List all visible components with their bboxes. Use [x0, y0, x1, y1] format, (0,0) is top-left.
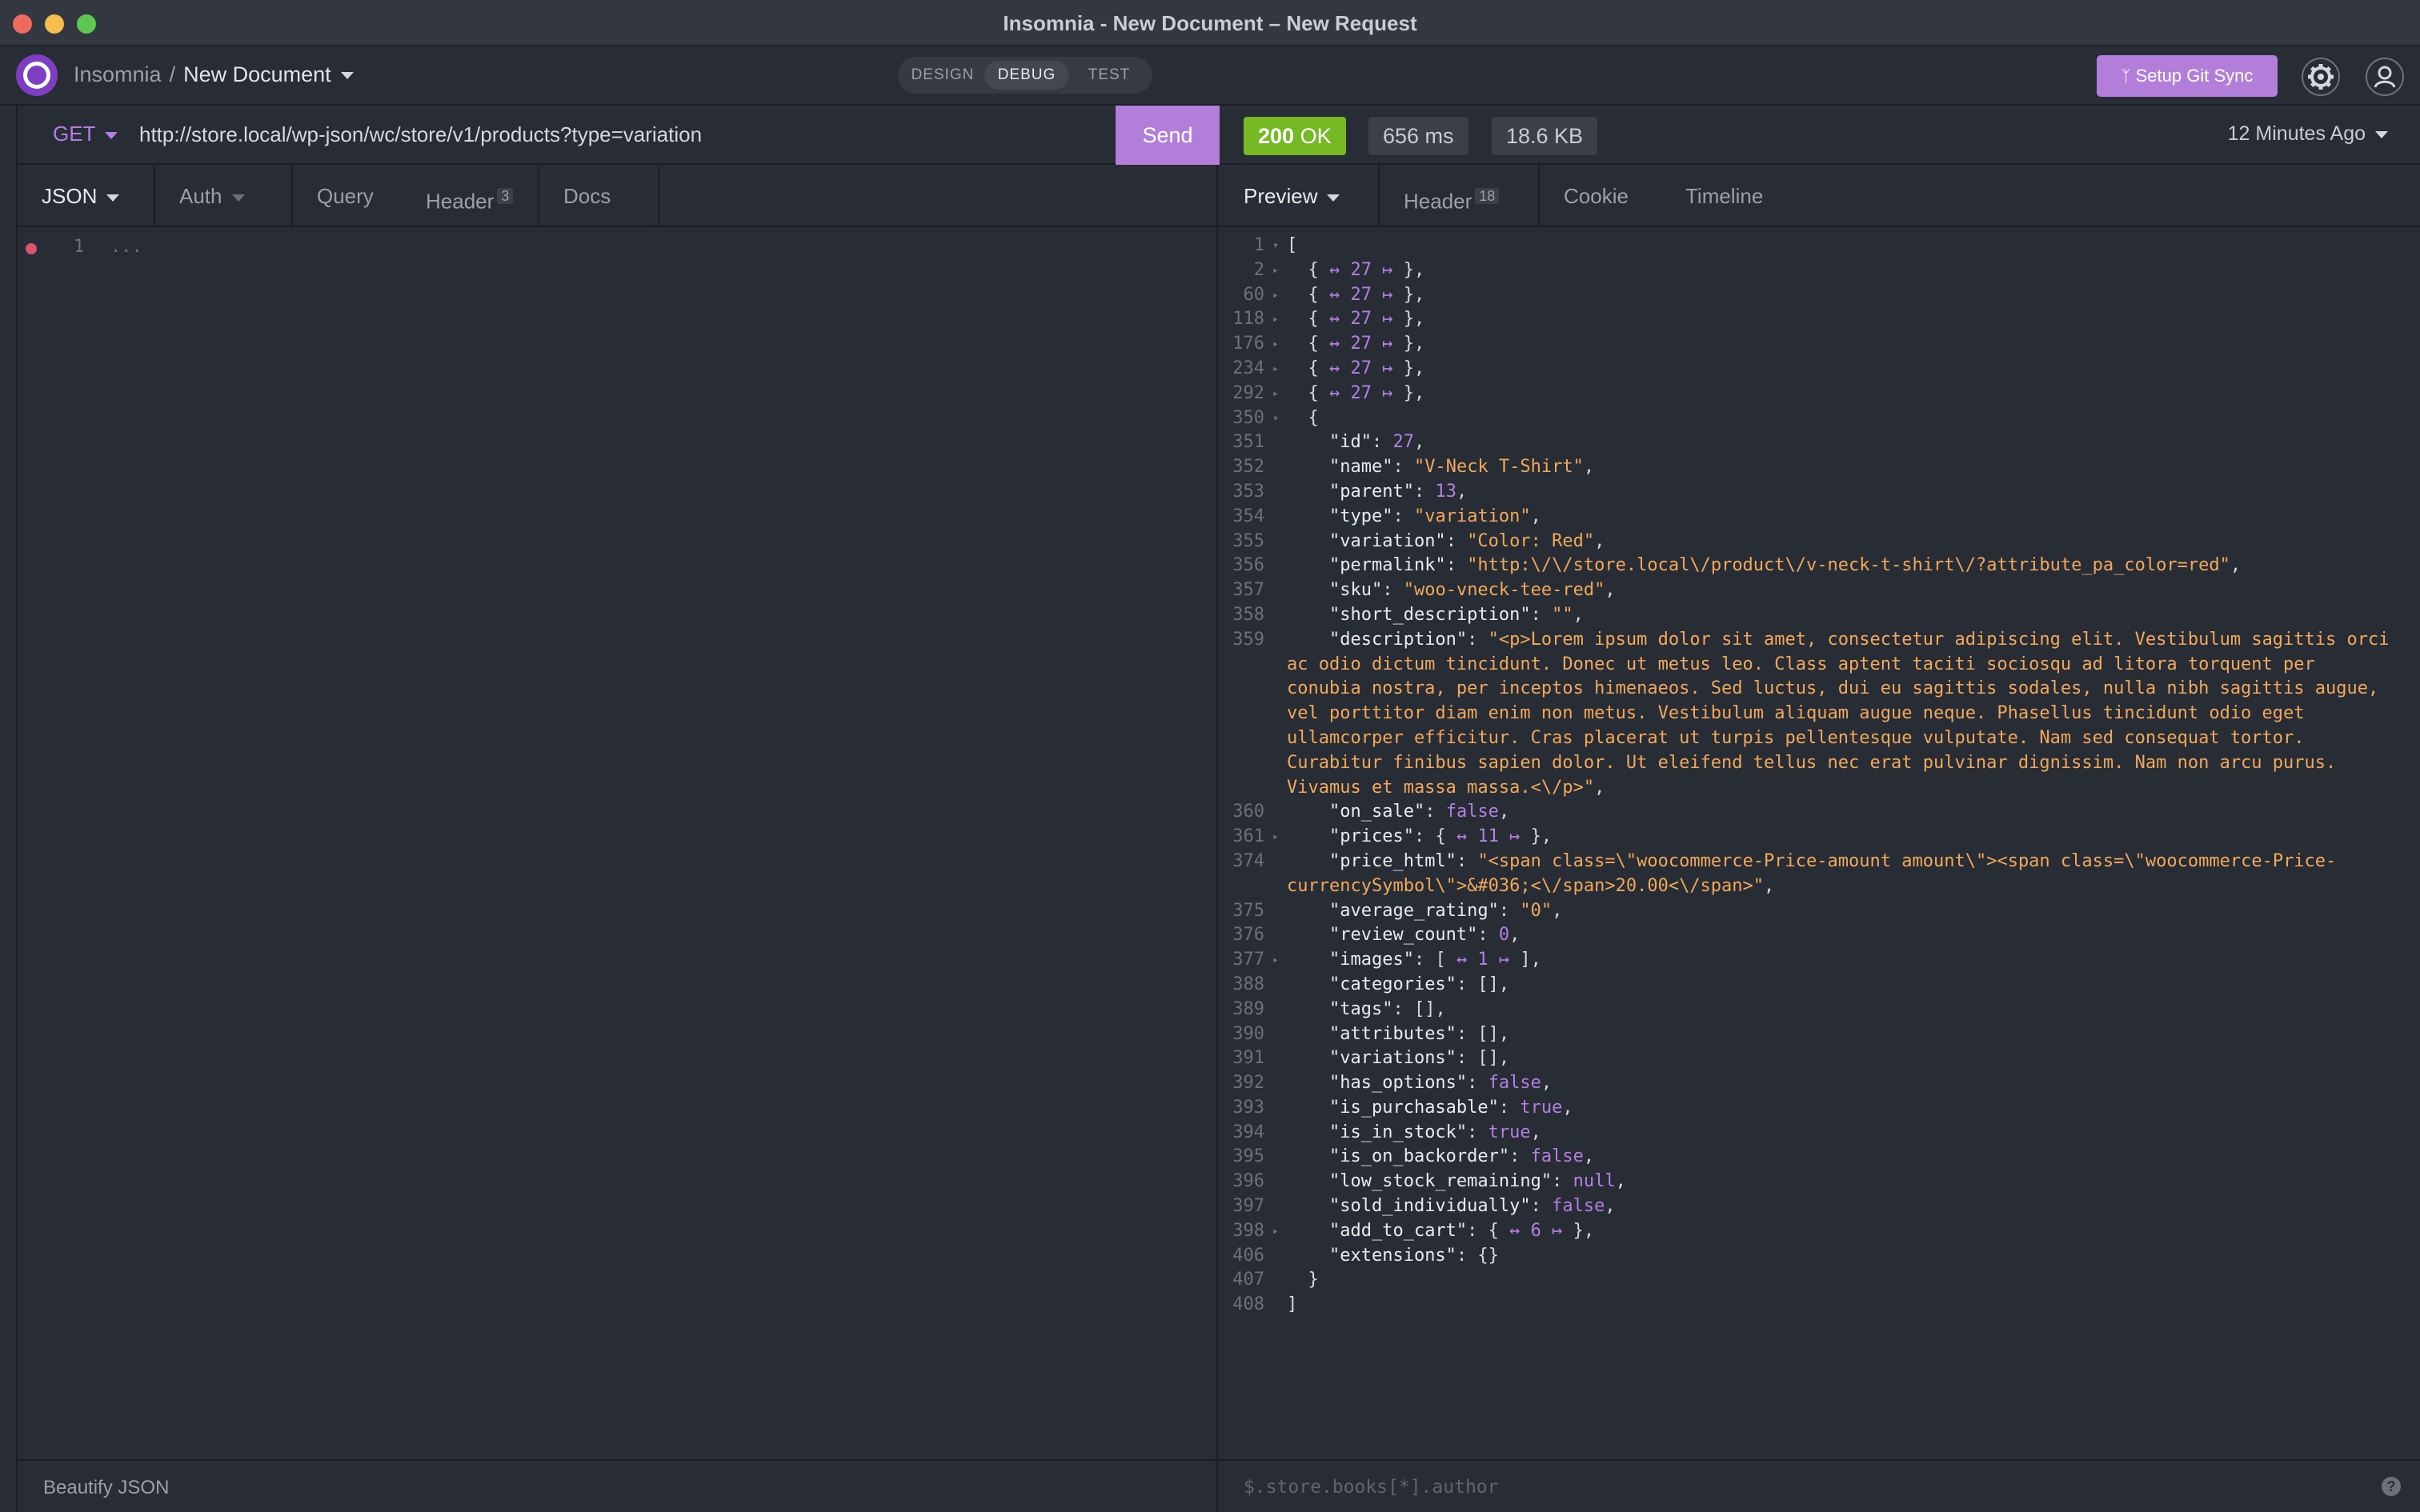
code-line: 359 "description": "<p>Lorem ipsum dolor… — [1232, 629, 2400, 798]
gear-icon[interactable] — [2302, 58, 2340, 96]
tab-response-header[interactable]: Header 18 — [1380, 165, 1540, 227]
tab-auth[interactable]: Auth — [155, 165, 293, 227]
code-line: 374 "price_html": "<span class=\"woocomm… — [1232, 850, 2337, 896]
code-line: 355 "variation": "Color: Red", — [1232, 530, 1605, 551]
code-line: 354 "type": "variation", — [1232, 506, 1541, 526]
tab-body-json[interactable]: JSON — [18, 165, 155, 227]
editor-content: ... — [110, 237, 142, 257]
response-status-bar: 200 OK 656 ms 18.6 KB 12 Minutes Ago — [1220, 106, 2420, 165]
code-line: 393 "is_purchasable": true, — [1232, 1097, 1573, 1118]
line-number: 1 — [74, 237, 85, 257]
code-line: 398 ▸ "add_to_cart": { ↔ 6 ↦ }, — [1232, 1220, 1595, 1241]
branch-icon: ᛉ — [2121, 68, 2131, 86]
url-bar: GET http://store.local/wp-json/wc/store/… — [18, 106, 1220, 165]
header-count-badge: 18 — [1475, 188, 1500, 204]
send-button[interactable]: Send — [1116, 106, 1220, 165]
code-line: 358 "short_description": "", — [1232, 604, 1584, 625]
tab-cookie[interactable]: Cookie — [1540, 165, 1661, 227]
breadcrumb: Insomnia / New Document — [74, 62, 354, 87]
code-line: 391 "variations": [], — [1232, 1048, 1510, 1069]
code-line: 353 "parent": 13, — [1232, 481, 1468, 502]
code-line: 2 ▸ { ↔ 27 ↦ }, — [1253, 259, 1425, 280]
help-icon[interactable]: ? — [2382, 1477, 2401, 1496]
code-line: 60 ▸ { ↔ 27 ↦ }, — [1243, 284, 1425, 305]
response-time-badge: 656 ms — [1368, 117, 1468, 155]
code-line: 350 ▾ { — [1232, 407, 1319, 428]
code-line: 388 "categories": [], — [1232, 974, 1510, 994]
beautify-json-button[interactable]: Beautify JSON — [43, 1477, 169, 1499]
code-line: 394 "is_in_stock": true, — [1232, 1122, 1541, 1142]
code-line: 395 "is_on_backorder": false, — [1232, 1146, 1595, 1167]
code-line: 397 "sold_individually": false, — [1232, 1196, 1616, 1217]
response-size-badge: 18.6 KB — [1492, 117, 1598, 155]
request-footer: Beautify JSON — [18, 1459, 1220, 1512]
mode-debug-tab[interactable]: DEBUG — [984, 61, 1069, 90]
code-line: 376 "review_count": 0, — [1232, 925, 1521, 946]
response-pane: 200 OK 656 ms 18.6 KB 12 Minutes Ago Pre… — [1220, 106, 2420, 1512]
lint-error-icon — [26, 243, 37, 254]
code-line: 234 ▸ { ↔ 27 ↦ }, — [1232, 358, 1425, 378]
breadcrumb-app[interactable]: Insomnia — [74, 62, 162, 86]
tab-query[interactable]: Query — [293, 165, 410, 227]
chevron-down-icon — [106, 194, 120, 202]
code-line: 407 } — [1232, 1270, 1319, 1290]
code-line: 406 "extensions": {} — [1232, 1245, 1499, 1266]
code-line: 390 "attributes": [], — [1232, 1023, 1510, 1044]
breadcrumb-document[interactable]: New Document — [183, 62, 331, 86]
code-line: 392 "has_options": false, — [1232, 1073, 1553, 1094]
tab-timeline[interactable]: Timeline — [1661, 165, 1805, 227]
chevron-down-icon — [231, 194, 245, 202]
code-line: 375 "average_rating": "0", — [1232, 900, 1563, 921]
tab-docs[interactable]: Docs — [539, 165, 659, 227]
code-line: 352 "name": "V-Neck T-Shirt", — [1232, 457, 1595, 478]
chevron-down-icon[interactable] — [340, 72, 354, 80]
code-line: 176 ▸ { ↔ 27 ↦ }, — [1232, 334, 1425, 354]
url-input[interactable]: http://store.local/wp-json/wc/store/v1/p… — [139, 122, 702, 147]
code-line: 389 "tags": [], — [1232, 998, 1446, 1019]
code-line: 118 ▸ { ↔ 27 ↦ }, — [1232, 309, 1425, 330]
code-line: 361 ▸ "prices": { ↔ 11 ↦ }, — [1232, 826, 1553, 847]
response-footer: $.store.books[*].author ? — [1220, 1459, 2420, 1512]
response-tabs: Preview Header 18 Cookie Timeline — [1220, 165, 2420, 227]
code-line: 351 "id": 27, — [1232, 432, 1425, 453]
setup-git-sync-button[interactable]: ᛉ Setup Git Sync — [2097, 55, 2278, 97]
response-preview[interactable]: 1 ▾[ 2 ▸ { ↔ 27 ↦ }, 60 ▸ { ↔ 27 ↦ }, 118 ▸ … — [1220, 234, 2420, 1450]
code-line: 377 ▸ "images": [ ↔ 1 ↦ ], — [1232, 950, 1541, 970]
request-pane: GET http://store.local/wp-json/wc/store/… — [16, 106, 1220, 1512]
code-line: 360 "on_sale": false, — [1232, 802, 1510, 822]
code-line: 357 "sku": "woo-vneck-tee-red", — [1232, 580, 1616, 601]
tab-header[interactable]: Header 3 — [402, 165, 539, 227]
code-line: 356 "permalink": "http:\/\/store.local\/… — [1232, 555, 2242, 576]
request-tabs: JSON Auth Query Header 3 Docs — [18, 165, 1220, 227]
account-icon[interactable] — [2366, 58, 2404, 96]
response-filter-input[interactable]: $.store.books[*].author — [1244, 1477, 1499, 1498]
mode-design-tab[interactable]: DESIGN — [904, 61, 981, 90]
response-history-dropdown[interactable]: 12 Minutes Ago — [2228, 122, 2388, 146]
code-line: 1 ▾[ — [1253, 235, 1298, 255]
chevron-down-icon — [1327, 194, 1340, 202]
title-bar: Insomnia - New Document – New Request — [0, 0, 2420, 46]
request-body-editor[interactable]: 1 ... — [18, 227, 1220, 1450]
app-header: Insomnia / New Document DESIGN DEBUG TEST … — [0, 46, 2420, 106]
code-line: 408] — [1232, 1294, 1298, 1315]
insomnia-logo-icon[interactable] — [16, 54, 58, 96]
code-line: 396 "low_stock_remaining": null, — [1232, 1171, 1626, 1192]
status-badge: 200 OK — [1244, 117, 1346, 155]
chevron-down-icon — [2375, 130, 2388, 138]
header-count-badge: 3 — [497, 188, 514, 204]
chevron-down-icon — [105, 131, 118, 139]
window-title: Insomnia - New Document – New Request — [1003, 11, 1417, 35]
tab-preview[interactable]: Preview — [1220, 165, 1380, 227]
mode-switcher: DESIGN DEBUG TEST — [898, 57, 1152, 94]
method-dropdown[interactable]: GET — [53, 122, 118, 146]
code-line: 292 ▸ { ↔ 27 ↦ }, — [1232, 382, 1425, 403]
mode-test-tab[interactable]: TEST — [1072, 61, 1146, 90]
